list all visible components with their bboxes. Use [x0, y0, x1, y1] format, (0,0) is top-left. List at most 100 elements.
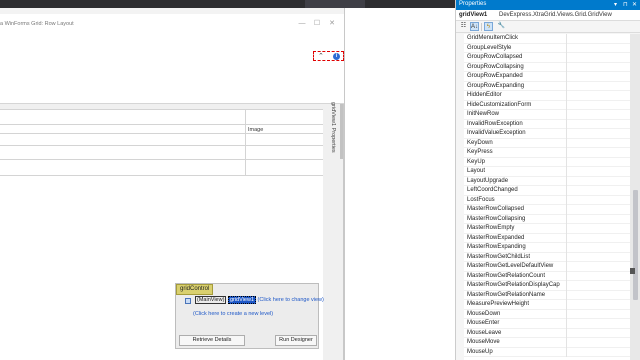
- event-row[interactable]: LeftCoordChanged: [464, 186, 630, 196]
- event-value-cell[interactable]: [566, 100, 567, 110]
- grid-control-tag[interactable]: gridControl: [176, 284, 214, 295]
- event-value-cell[interactable]: [566, 271, 567, 281]
- event-value-cell[interactable]: [566, 233, 567, 243]
- side-tab-label[interactable]: gridView1 Properties: [330, 102, 336, 168]
- event-value-cell[interactable]: [566, 214, 567, 224]
- event-row[interactable]: GroupRowCollapsed: [464, 53, 630, 63]
- selected-view-label[interactable]: gridView1: [227, 296, 256, 304]
- event-value-cell[interactable]: [566, 347, 567, 357]
- event-value-cell[interactable]: [566, 167, 567, 177]
- event-value-cell[interactable]: [566, 319, 567, 329]
- event-value-cell[interactable]: [566, 119, 567, 129]
- event-row[interactable]: MouseUp: [464, 347, 630, 357]
- event-row[interactable]: GridMenuItemClick: [464, 34, 630, 44]
- event-value-cell[interactable]: [566, 224, 567, 234]
- close-icon[interactable]: ✕: [327, 19, 337, 29]
- event-row[interactable]: InvalidValueException: [464, 129, 630, 139]
- event-value-cell[interactable]: [566, 81, 567, 91]
- event-row[interactable]: Layout: [464, 167, 630, 177]
- event-row[interactable]: MasterRowGetRelationName: [464, 290, 630, 300]
- event-value-cell[interactable]: [566, 53, 567, 63]
- close-icon[interactable]: ✕: [632, 1, 637, 8]
- run-designer-button[interactable]: Run Designer: [275, 335, 317, 346]
- event-row[interactable]: InitNewRow: [464, 110, 630, 120]
- event-value-cell[interactable]: [566, 338, 567, 348]
- event-value-cell[interactable]: [566, 300, 567, 310]
- properties-scrollbar[interactable]: [630, 34, 640, 360]
- event-row[interactable]: MasterRowCollapsing: [464, 214, 630, 224]
- event-row[interactable]: MouseDown: [464, 309, 630, 319]
- grid-row-line: [0, 124, 323, 125]
- event-row[interactable]: MasterRowGetRelationCount: [464, 271, 630, 281]
- event-row[interactable]: GroupRowExpanding: [464, 81, 630, 91]
- chevron-up-icon[interactable]: ⌃: [318, 52, 324, 60]
- side-tab[interactable]: gridView1 Properties: [328, 102, 338, 174]
- event-value-cell[interactable]: [566, 148, 567, 158]
- event-value-cell[interactable]: [566, 34, 567, 44]
- main-view-node[interactable]: (MainView) gridView1 (Click here to chan…: [195, 296, 324, 304]
- event-row[interactable]: InvalidRowException: [464, 119, 630, 129]
- event-value-cell[interactable]: [566, 129, 567, 139]
- minimize-icon[interactable]: —: [297, 19, 307, 29]
- help-icon[interactable]: i: [333, 53, 340, 60]
- event-row[interactable]: MouseLeave: [464, 328, 630, 338]
- event-row[interactable]: GroupRowCollapsing: [464, 62, 630, 72]
- event-name: MeasurePreviewHeight: [467, 301, 530, 307]
- event-value-cell[interactable]: [566, 110, 567, 120]
- object-selector[interactable]: gridView1 DevExpress.XtraGrid.Views.Grid…: [456, 10, 640, 21]
- properties-toolbar: ☷ A↓ ϟ 🔧: [456, 21, 640, 33]
- event-row[interactable]: LostFocus: [464, 195, 630, 205]
- ribbon-controls[interactable]: ⌃ i: [313, 51, 344, 61]
- event-value-cell[interactable]: [566, 205, 567, 215]
- pin-icon[interactable]: ⊓: [623, 1, 628, 8]
- event-value-cell[interactable]: [566, 176, 567, 186]
- event-value-cell[interactable]: [566, 281, 567, 291]
- event-value-cell[interactable]: [566, 195, 567, 205]
- maximize-icon[interactable]: ☐: [312, 19, 322, 29]
- event-row[interactable]: MasterRowGetRelationDisplayCap: [464, 281, 630, 291]
- event-value-cell[interactable]: [566, 290, 567, 300]
- event-value-cell[interactable]: [566, 62, 567, 72]
- event-row[interactable]: MasterRowGetLevelDefaultView: [464, 262, 630, 272]
- event-value-cell[interactable]: [566, 262, 567, 272]
- event-value-cell[interactable]: [566, 252, 567, 262]
- scrollbar-thumb[interactable]: [633, 189, 638, 300]
- event-value-cell[interactable]: [566, 138, 567, 148]
- event-value-cell[interactable]: [566, 186, 567, 196]
- create-level-link[interactable]: (Click here to create a new level): [193, 311, 273, 317]
- event-row[interactable]: MasterRowExpanding: [464, 243, 630, 253]
- event-row[interactable]: KeyDown: [464, 138, 630, 148]
- event-value-cell[interactable]: [566, 91, 567, 101]
- event-row[interactable]: HiddenEditor: [464, 91, 630, 101]
- event-value-cell[interactable]: [566, 72, 567, 82]
- event-row[interactable]: MouseMove: [464, 338, 630, 348]
- events-icon[interactable]: ϟ: [484, 22, 493, 31]
- categorized-icon[interactable]: ☷: [459, 22, 468, 31]
- event-row[interactable]: HideCustomizationForm: [464, 100, 630, 110]
- event-name: MasterRowEmpty: [467, 225, 515, 231]
- wrench-icon[interactable]: 🔧: [497, 22, 506, 31]
- event-row[interactable]: MasterRowEmpty: [464, 224, 630, 234]
- event-row[interactable]: LayoutUpgrade: [464, 176, 630, 186]
- retrieve-details-button[interactable]: Retrieve Details: [179, 335, 245, 346]
- event-value-cell[interactable]: [566, 309, 567, 319]
- column-header-image[interactable]: Image: [248, 127, 263, 133]
- event-value-cell[interactable]: [566, 243, 567, 253]
- change-view-link[interactable]: (Click here to change view): [258, 297, 324, 303]
- event-row[interactable]: KeyPress: [464, 148, 630, 158]
- toolbar-separator: [481, 23, 482, 31]
- event-row[interactable]: MasterRowGetChildList: [464, 252, 630, 262]
- event-row[interactable]: KeyUp: [464, 157, 630, 167]
- event-value-cell[interactable]: [566, 157, 567, 167]
- event-name: GroupRowExpanded: [467, 73, 523, 79]
- event-row[interactable]: MasterRowCollapsed: [464, 205, 630, 215]
- event-value-cell[interactable]: [566, 328, 567, 338]
- event-row[interactable]: MeasurePreviewHeight: [464, 300, 630, 310]
- event-value-cell[interactable]: [566, 43, 567, 53]
- window-menu-icon[interactable]: ▾: [614, 1, 617, 8]
- event-row[interactable]: GroupLevelStyle: [464, 43, 630, 53]
- event-row[interactable]: MouseEnter: [464, 319, 630, 329]
- alphabetical-icon[interactable]: A↓: [470, 22, 479, 31]
- event-row[interactable]: GroupRowExpanded: [464, 72, 630, 82]
- event-row[interactable]: MasterRowExpanded: [464, 233, 630, 243]
